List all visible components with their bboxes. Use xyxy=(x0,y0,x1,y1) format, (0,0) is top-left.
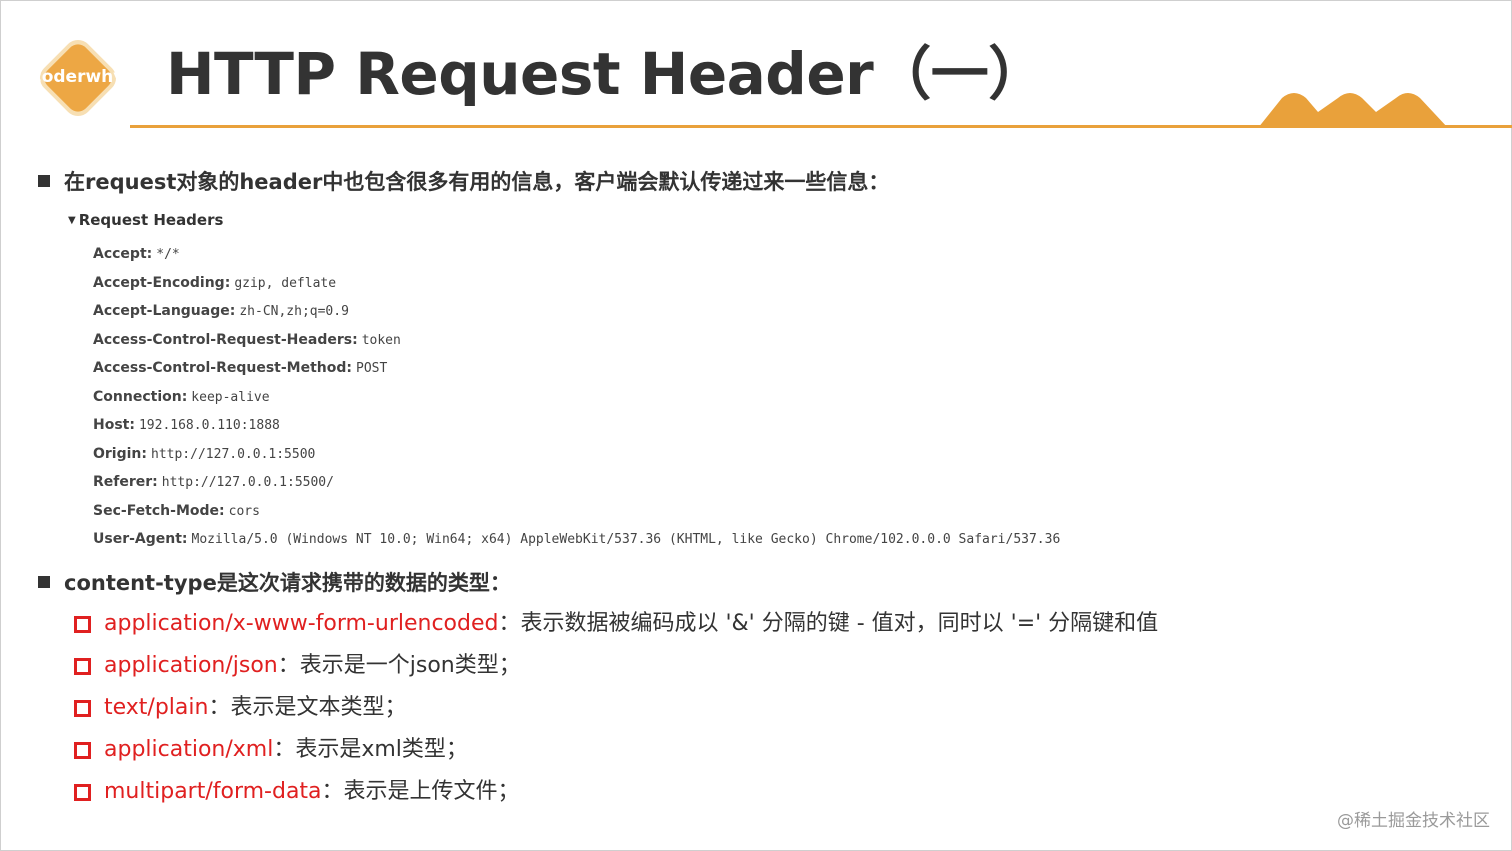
content-type-desc: ：表示是上传文件； xyxy=(321,779,520,804)
header-row: Access-Control-Request-Headers: token xyxy=(93,325,1060,354)
hollow-square-bullet-icon xyxy=(74,783,91,801)
header-name: Accept: xyxy=(93,246,153,262)
content-type-list: application/x-www-form-urlencoded ：表示数据被编… xyxy=(74,603,1158,813)
header-row: Origin: http://127.0.0.1:5500 xyxy=(93,439,1060,468)
intro-text: 在request对象的header中也包含很多有用的信息，客户端会默认传递过来一… xyxy=(64,170,890,194)
content-type-desc: ：表示是一个json类型； xyxy=(277,653,521,678)
header-rule xyxy=(130,125,1512,128)
header-row: Accept-Language: zh-CN,zh;q=0.9 xyxy=(93,296,1060,325)
header-name: Referer: xyxy=(93,474,158,490)
content-type-desc: ：表示是文本类型； xyxy=(208,695,407,720)
header-value: gzip, deflate xyxy=(234,275,337,291)
mountains-icon xyxy=(1258,93,1448,128)
square-bullet-icon xyxy=(38,175,50,187)
content-type-heading: content-type是这次请求携带的数据的类型： xyxy=(64,571,511,595)
request-headers-list: Accept: */* Accept-Encoding: gzip, deflate… xyxy=(93,239,1060,553)
hollow-square-bullet-icon xyxy=(74,699,91,717)
coderwhy-logo: coderwhy xyxy=(28,28,128,128)
header-name: Origin: xyxy=(93,445,147,462)
content-type-name: text/plain xyxy=(104,695,209,720)
header-value: zh-CN,zh;q=0.9 xyxy=(239,304,349,319)
content-type-item: application/json ：表示是一个json类型； xyxy=(74,645,1158,687)
hollow-square-bullet-icon xyxy=(74,657,91,675)
header-name: Accept-Encoding: xyxy=(93,274,231,291)
watermark: @稀土掘金技术社区 xyxy=(1337,811,1490,831)
header-value: 192.168.0.110:1888 xyxy=(138,418,280,433)
content-type-desc: ：表示是xml类型； xyxy=(273,737,468,762)
header-value: http://127.0.0.1:5500 xyxy=(151,446,316,462)
content-type-item: application/xml ：表示是xml类型； xyxy=(74,729,1158,771)
header-row: Sec-Fetch-Mode: cors xyxy=(93,496,1060,525)
slide-title: HTTP Request Header（一） xyxy=(166,40,1046,108)
header-value: POST xyxy=(356,361,388,376)
header-name: Connection: xyxy=(93,388,188,405)
header-row: Accept-Encoding: gzip, deflate xyxy=(93,268,1060,297)
logo-text: coderwhy xyxy=(31,67,125,87)
request-headers-label: Request Headers xyxy=(78,211,224,229)
header-value: keep-alive xyxy=(191,389,270,405)
header-name: Access-Control-Request-Method: xyxy=(93,360,353,376)
content-type-name: application/json xyxy=(104,653,278,678)
header-row: Access-Control-Request-Method: POST xyxy=(93,353,1060,382)
content-type-item: application/x-www-form-urlencoded ：表示数据被编… xyxy=(74,603,1158,645)
content-type-item: multipart/form-data ：表示是上传文件； xyxy=(74,771,1158,813)
collapse-triangle-icon[interactable]: ▼ xyxy=(68,215,76,226)
header-row: Accept: */* xyxy=(93,239,1060,268)
header-name: Sec-Fetch-Mode: xyxy=(93,502,225,519)
header-value: http://127.0.0.1:5500/ xyxy=(161,475,334,490)
header-name: Access-Control-Request-Headers: xyxy=(93,331,358,348)
header-row: Host: 192.168.0.110:1888 xyxy=(93,410,1060,439)
header-value: token xyxy=(361,332,401,348)
header-row: User-Agent: Mozilla/5.0 (Windows NT 10.0;… xyxy=(93,524,1060,553)
hollow-square-bullet-icon xyxy=(74,741,91,759)
header-value: Mozilla/5.0 (Windows NT 10.0; Win64; x64… xyxy=(191,532,1061,547)
square-bullet-icon xyxy=(38,576,50,588)
header-value: cors xyxy=(228,503,260,519)
header-name: User-Agent: xyxy=(93,531,188,547)
header-name: Accept-Language: xyxy=(93,303,236,319)
content-type-item: text/plain ：表示是文本类型； xyxy=(74,687,1158,729)
header-row: Referer: http://127.0.0.1:5500/ xyxy=(93,467,1060,496)
request-headers-title[interactable]: ▼ Request Headers xyxy=(68,211,223,229)
header-value: */* xyxy=(156,247,180,262)
content-type-name: multipart/form-data xyxy=(104,779,322,804)
intro-bullet: 在request对象的header中也包含很多有用的信息，客户端会默认传递过来一… xyxy=(38,166,889,196)
header-row: Connection: keep-alive xyxy=(93,382,1060,411)
content-type-name: application/x-www-form-urlencoded xyxy=(104,611,499,636)
header-name: Host: xyxy=(93,417,135,433)
hollow-square-bullet-icon xyxy=(74,615,91,633)
content-type-desc: ：表示数据被编码成以 '&' 分隔的键 - 值对，同时以 '=' 分隔键和值 xyxy=(498,611,1159,636)
content-type-name: application/xml xyxy=(104,737,274,762)
content-type-bullet: content-type是这次请求携带的数据的类型： xyxy=(38,567,511,597)
